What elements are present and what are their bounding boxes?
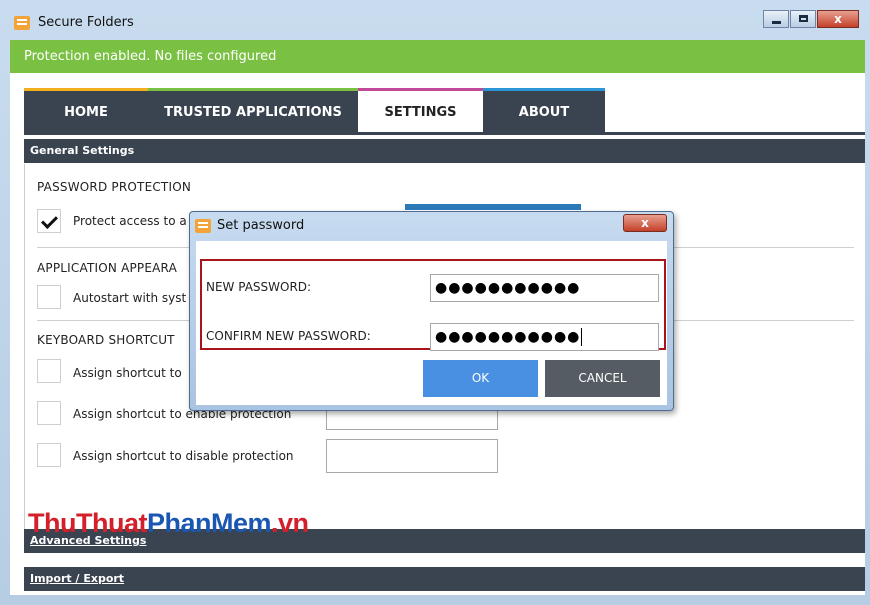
dialog-title: Set password — [217, 218, 305, 233]
autostart-checkbox[interactable] — [37, 285, 61, 309]
dialog-app-icon — [195, 219, 211, 233]
text-cursor — [581, 328, 583, 346]
tab-trusted-applications[interactable]: TRUSTED APPLICATIONS — [148, 88, 358, 132]
window-controls: x — [762, 10, 859, 30]
shortcut-label-3: Assign shortcut to disable protection — [73, 449, 294, 463]
tab-home[interactable]: HOME — [24, 88, 148, 132]
confirm-password-value: ●●●●●●●●●●● — [435, 329, 581, 345]
application-appearance-heading: APPLICATION APPEARA — [37, 261, 178, 275]
set-password-dialog: Set password x NEW PASSWORD: ●●●●●●●●●●●… — [189, 211, 674, 411]
keyboard-shortcut-heading: KEYBOARD SHORTCUT — [37, 333, 175, 347]
new-password-field[interactable]: ●●●●●●●●●●● — [430, 274, 659, 302]
app-icon — [14, 16, 30, 30]
confirm-password-label: CONFIRM NEW PASSWORD: — [206, 329, 371, 343]
app-window: Secure Folders x Protection enabled. No … — [0, 0, 870, 605]
tab-about[interactable]: ABOUT — [483, 88, 605, 132]
dialog-close-button[interactable]: x — [623, 214, 667, 232]
ok-button[interactable]: OK — [423, 360, 538, 397]
password-protection-heading: PASSWORD PROTECTION — [37, 180, 192, 194]
new-password-label: NEW PASSWORD: — [206, 280, 312, 294]
tab-settings[interactable]: SETTINGS — [358, 88, 483, 132]
tab-underline — [24, 132, 865, 135]
cancel-button[interactable]: CANCEL — [545, 360, 660, 397]
status-bar: Protection enabled. No files configured — [10, 40, 865, 73]
confirm-password-field[interactable]: ●●●●●●●●●●● — [430, 323, 659, 351]
dialog-body: NEW PASSWORD: ●●●●●●●●●●● CONFIRM NEW PA… — [196, 241, 667, 405]
general-settings-header[interactable]: General Settings — [24, 139, 865, 163]
password-accent-bar — [405, 204, 581, 210]
shortcut-checkbox-3[interactable] — [37, 443, 61, 467]
protect-access-checkbox[interactable] — [37, 209, 61, 233]
shortcut-input-3[interactable] — [326, 439, 498, 473]
status-text: Protection enabled. No files configured — [24, 49, 277, 64]
title-bar[interactable]: Secure Folders x — [10, 10, 865, 38]
autostart-label: Autostart with syst — [73, 291, 187, 305]
shortcut-label-1: Assign shortcut to — [73, 366, 182, 380]
minimize-button[interactable] — [763, 10, 789, 28]
protect-access-label: Protect access to a — [73, 214, 187, 228]
watermark-logo: ThuThuatPhanMem.vn — [28, 508, 309, 538]
shortcut-checkbox-1[interactable] — [37, 359, 61, 383]
window-title: Secure Folders — [38, 15, 134, 30]
maximize-button[interactable] — [790, 10, 816, 28]
import-export-header[interactable]: Import / Export — [24, 567, 865, 591]
shortcut-checkbox-2[interactable] — [37, 401, 61, 425]
close-button[interactable]: x — [817, 10, 859, 28]
tab-strip: HOME TRUSTED APPLICATIONS SETTINGS ABOUT — [10, 73, 865, 137]
